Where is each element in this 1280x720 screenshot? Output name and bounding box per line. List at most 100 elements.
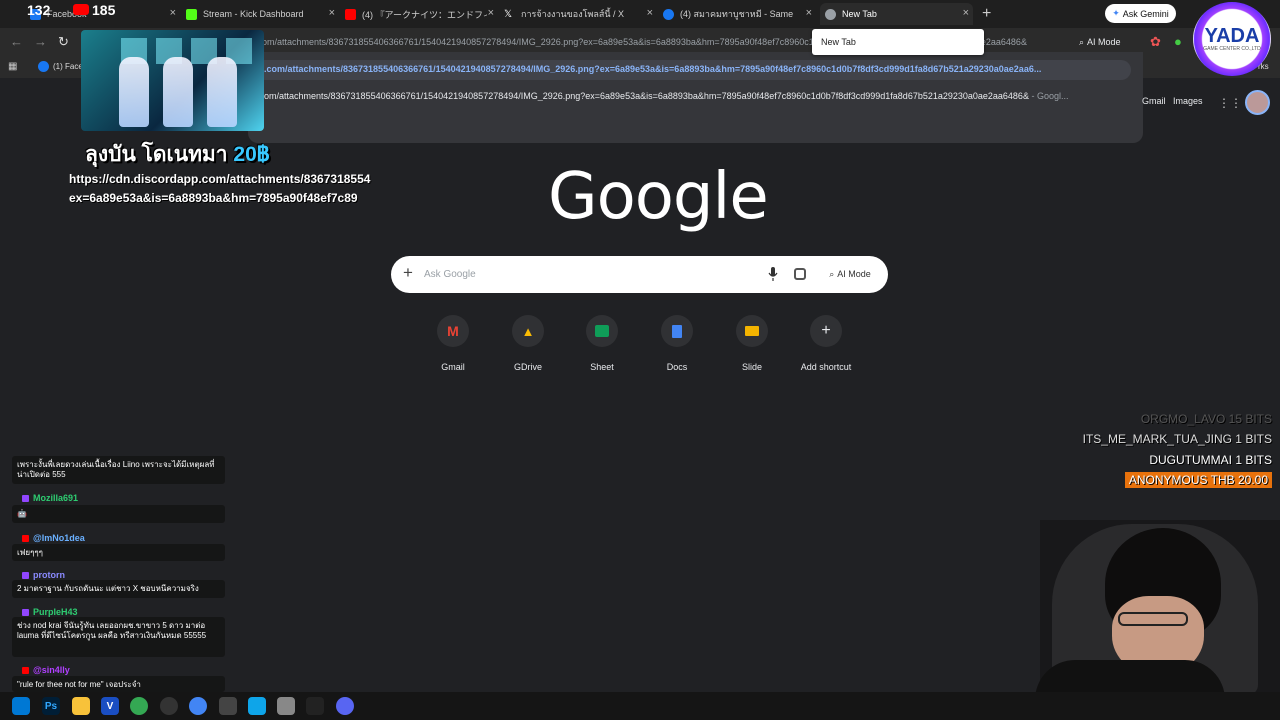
- plus-icon[interactable]: +: [403, 263, 413, 283]
- google-apps-icon[interactable]: ⋮⋮: [1218, 96, 1242, 110]
- reload-icon[interactable]: ↻: [58, 34, 69, 50]
- extension-icon[interactable]: ✿: [1150, 34, 1161, 50]
- donation-amount: 20฿: [233, 143, 270, 166]
- tab-new-tab[interactable]: New Tab ×: [820, 3, 973, 25]
- gmail-icon: M: [437, 315, 469, 347]
- suggestion-url[interactable]: .com/attachments/836731855406366761/1540…: [264, 64, 1119, 74]
- shortcut-label: Docs: [666, 362, 688, 372]
- glasses: [1118, 612, 1188, 626]
- donation-text: ลุงบัน โดเนทมา: [85, 143, 228, 166]
- shortcut-label: GDrive: [513, 362, 542, 372]
- chat-text: เฟยๆๆๆ: [17, 548, 43, 557]
- forward-icon[interactable]: →: [34, 34, 47, 49]
- close-icon[interactable]: ×: [170, 7, 176, 19]
- chat-username-text: @ImNo1dea: [33, 533, 85, 543]
- close-icon[interactable]: ×: [647, 7, 653, 19]
- gmail-link[interactable]: Gmail: [1142, 96, 1166, 106]
- docs-icon: [661, 315, 693, 347]
- suggestion-search[interactable]: om/attachments/836731855406366761/154042…: [264, 91, 1124, 101]
- google-logo: Google: [548, 160, 769, 234]
- chat-username-text: @sin4lly: [33, 665, 70, 675]
- shortcut-label: Sheet: [590, 362, 614, 372]
- close-icon[interactable]: ×: [806, 7, 812, 19]
- plus-icon: +: [810, 315, 842, 347]
- twitch-badge-icon: [22, 572, 29, 579]
- donor-entry: DUGUTUMMAI 1 BITS: [1149, 453, 1272, 467]
- youtube-badge-icon: [22, 535, 29, 542]
- app-icon[interactable]: [219, 697, 237, 715]
- shortcut-slide[interactable]: Slide: [715, 315, 789, 372]
- chat-username: Mozilla691: [22, 493, 78, 503]
- extension-icon[interactable]: ●: [1174, 34, 1182, 49]
- chat-username: PurpleH43: [22, 607, 78, 617]
- tab-facebook-2[interactable]: (4) สมาคมทาบูชาหมี - Same Situat ×: [663, 3, 816, 25]
- close-icon[interactable]: ×: [488, 7, 494, 19]
- shortcut-add[interactable]: + Add shortcut: [789, 315, 863, 372]
- donation-message-line: https://cdn.discordapp.com/attachments/8…: [69, 172, 371, 186]
- avatar[interactable]: [1245, 90, 1270, 115]
- close-icon[interactable]: ×: [963, 7, 969, 19]
- ai-mode-label: AI Mode: [1087, 37, 1121, 47]
- chat-username: @ImNo1dea: [22, 533, 85, 543]
- chat-message: 2 มาตราฐาน กับรถดันนะ แต่ชาว X ชอบหนีควา…: [12, 580, 225, 598]
- tab-tooltip: New Tab: [812, 29, 984, 55]
- tab-label: Stream - Kick Dashboard: [203, 9, 304, 19]
- youtube-icon: [73, 4, 89, 15]
- shortcut-sheet[interactable]: Sheet: [565, 315, 639, 372]
- ai-mode-button[interactable]: ⌕ AI Mode: [820, 264, 880, 284]
- slides-icon: [736, 315, 768, 347]
- lens-icon[interactable]: [794, 268, 806, 280]
- shortcut-gdrive[interactable]: ▲ GDrive: [491, 315, 565, 372]
- shortcut-gmail[interactable]: M Gmail: [416, 315, 490, 372]
- chat-username-text: Mozilla691: [33, 493, 79, 503]
- yada-logo: YADA GAME CENTER CO.,LTD: [1193, 2, 1271, 76]
- gdrive-icon: ▲: [512, 315, 544, 347]
- chat-username-text: PurpleH43: [33, 607, 78, 617]
- tab-label: (4) 『アークナイツ：エンドフィールド』: [362, 9, 487, 20]
- chat-text: เพราะงั้นพี่เลยดวงเล่นเนื้อเรื่อง Liino …: [17, 460, 215, 479]
- chat-username-text: protorn: [33, 570, 65, 580]
- apps-grid-icon[interactable]: ▦: [8, 61, 17, 72]
- search-input[interactable]: [424, 266, 724, 282]
- character-figure: [163, 57, 193, 127]
- kick-icon: [186, 8, 197, 20]
- ask-gemini-button[interactable]: ✦ Ask Gemini: [1105, 4, 1176, 23]
- terminal-icon[interactable]: [306, 697, 324, 715]
- chrome-alt-icon[interactable]: [189, 697, 207, 715]
- chat-message: เพราะงั้นพี่เลยดวงเล่นเนื้อเรื่อง Liino …: [12, 456, 225, 484]
- back-icon[interactable]: ←: [10, 34, 23, 49]
- sheets-icon: [586, 315, 618, 347]
- gemini-icon: ✦: [1112, 8, 1120, 18]
- youtube-icon: [345, 8, 356, 20]
- ai-sparkle-icon: ⌕: [1079, 36, 1085, 47]
- omnibox-ai-mode-button[interactable]: ⌕ AI Mode: [1079, 33, 1135, 51]
- windows-icon[interactable]: [12, 697, 30, 715]
- chat-username: protorn: [22, 570, 65, 580]
- image-app-icon[interactable]: [277, 697, 295, 715]
- facebook-icon: [38, 61, 49, 72]
- images-link[interactable]: Images: [1173, 96, 1203, 106]
- edge-icon[interactable]: [248, 697, 266, 715]
- ai-mode-label: AI Mode: [837, 269, 871, 279]
- stream-thumbnail: [81, 30, 264, 131]
- chrome-icon[interactable]: [130, 697, 148, 715]
- chat-message: เฟยๆๆๆ: [12, 544, 225, 561]
- vegas-icon[interactable]: V: [101, 697, 119, 715]
- yada-title: YADA: [1204, 25, 1260, 47]
- chat-username: @sin4lly: [22, 665, 70, 675]
- microphone-icon[interactable]: [768, 267, 778, 281]
- discord-icon[interactable]: [336, 697, 354, 715]
- tab-x[interactable]: 𝕏 การจ้างงานของโพลส์นี้ / X ×: [504, 3, 657, 25]
- photoshop-icon[interactable]: Ps: [42, 697, 60, 715]
- new-tab-button[interactable]: +: [982, 5, 991, 23]
- tab-kick[interactable]: Stream - Kick Dashboard ×: [186, 3, 339, 25]
- shortcut-docs[interactable]: Docs: [640, 315, 714, 372]
- obs-icon[interactable]: [160, 697, 178, 715]
- folder-icon[interactable]: [72, 697, 90, 715]
- tab-strip: Facebook × Stream - Kick Dashboard × (4)…: [0, 0, 1280, 28]
- donor-entry: ITS_ME_MARK_TUA_JING 1 BITS: [1082, 432, 1272, 446]
- tab-youtube[interactable]: (4) 『アークナイツ：エンドフィールド』 ×: [345, 3, 498, 25]
- chat-message: 🤖: [12, 505, 225, 523]
- donation-message-line: ex=6a89e53a&is=6a8893ba&hm=7895a90f48ef7…: [69, 191, 358, 205]
- close-icon[interactable]: ×: [329, 7, 335, 19]
